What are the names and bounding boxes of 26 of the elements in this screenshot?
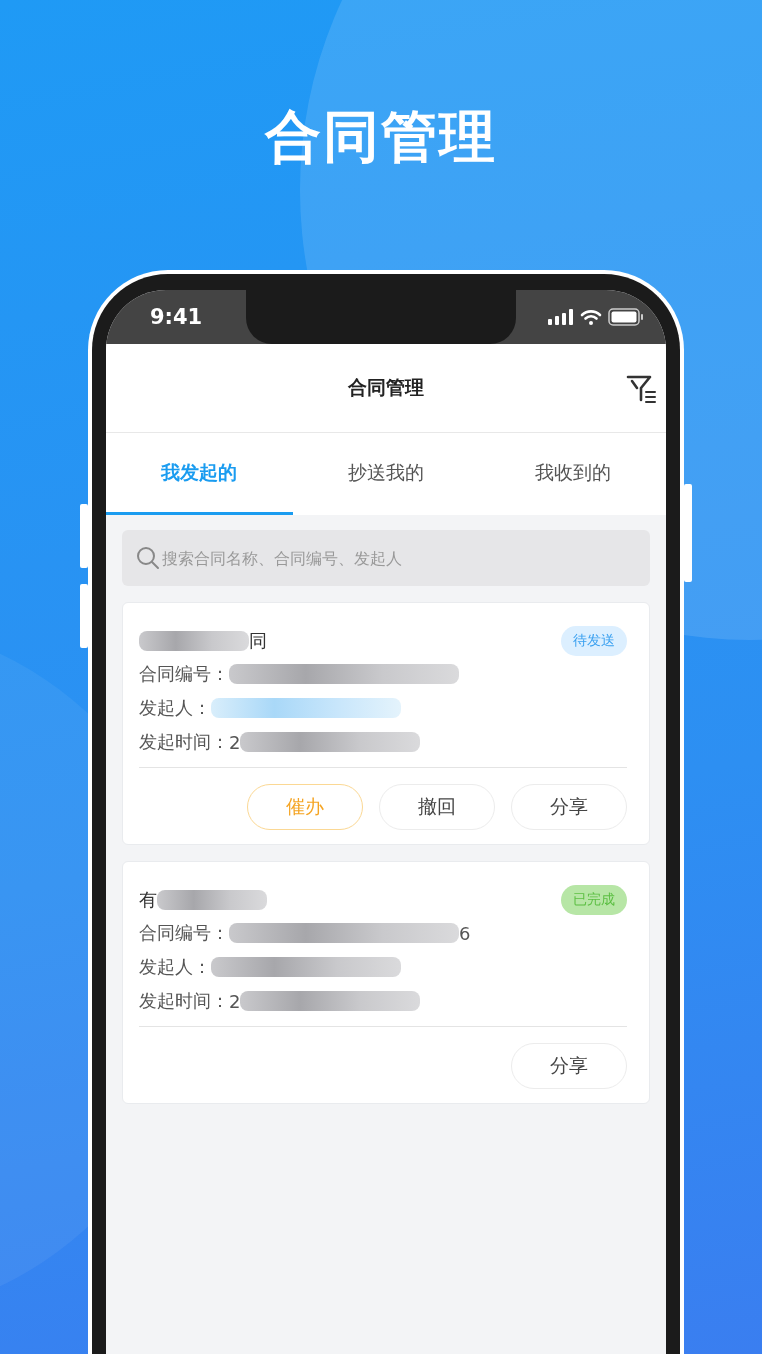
field-label: 发起人： xyxy=(139,696,211,720)
field-value: 2 xyxy=(229,731,241,753)
wifi-icon xyxy=(580,309,602,325)
field-value: 6 xyxy=(459,922,471,944)
field-label: 发起时间： xyxy=(139,989,229,1013)
promo-headline: 合同管理 xyxy=(263,103,498,170)
battery-icon xyxy=(608,308,644,326)
field-label: 合同编号： xyxy=(139,662,229,686)
contract-title: 有 xyxy=(139,888,157,912)
search-field[interactable]: 搜索合同名称、合同编号、发起人 xyxy=(122,530,650,586)
tab[interactable]: 抄送我的 xyxy=(292,433,480,515)
tab[interactable]: 我收到的 xyxy=(479,433,666,515)
status-badge: 待发送 xyxy=(561,626,627,656)
signal-icon xyxy=(548,309,574,325)
contract-title: 同 xyxy=(249,629,267,653)
filter-icon[interactable] xyxy=(626,374,658,404)
status-badge: 已完成 xyxy=(561,885,627,915)
action-button[interactable]: 分享 xyxy=(511,784,627,830)
field-label: 合同编号： xyxy=(139,921,229,945)
field-label: 发起时间： xyxy=(139,730,229,754)
action-button[interactable]: 撤回 xyxy=(379,784,495,830)
action-button[interactable]: 分享 xyxy=(511,1043,627,1089)
field-value: 2 xyxy=(229,990,241,1012)
nav-title: 合同管理 xyxy=(348,375,424,400)
field-label: 发起人： xyxy=(139,955,211,979)
status-time: 9:41 xyxy=(150,305,203,329)
